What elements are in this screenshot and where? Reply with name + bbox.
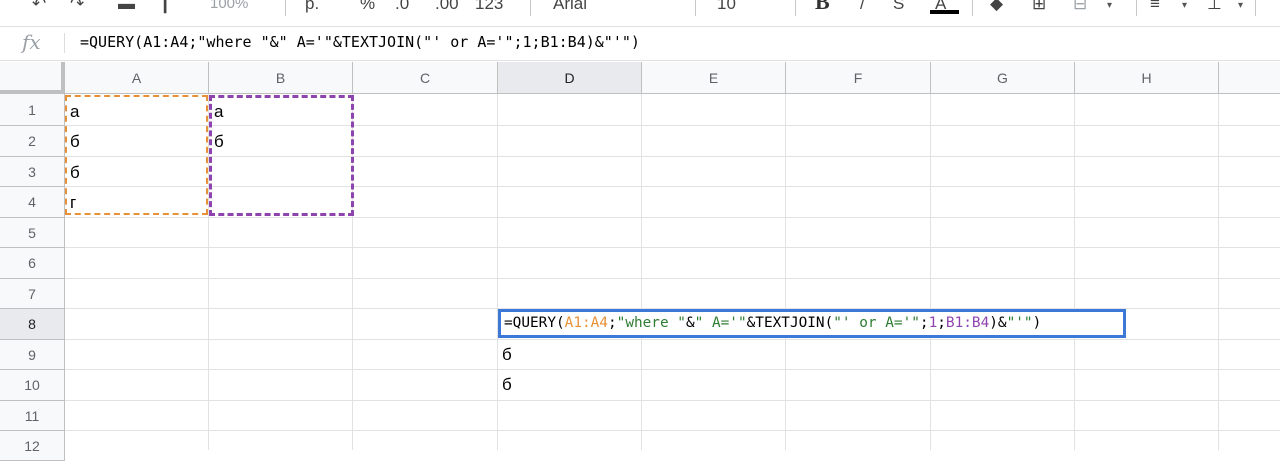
grid-row-line: [65, 247, 1280, 248]
formula-token: )&: [989, 315, 1007, 331]
row-header-5[interactable]: 5: [0, 218, 65, 248]
text-color-swatch: [930, 10, 959, 14]
more-formats-button[interactable]: 123: [475, 0, 503, 18]
formula-token: ;: [919, 315, 929, 331]
formula-string: "where ": [616, 315, 686, 331]
row-header-7[interactable]: 7: [0, 279, 65, 309]
toolbar-divider: [530, 0, 531, 16]
cell-d10[interactable]: б: [502, 375, 512, 395]
grid-column-line: [1218, 94, 1219, 450]
paint-format-icon[interactable]: ┃: [160, 0, 170, 18]
percent-format-button[interactable]: %: [360, 0, 375, 18]
grid-column-line: [497, 94, 498, 450]
formula-token: ): [1032, 315, 1042, 331]
column-header-b[interactable]: B: [209, 62, 353, 94]
column-header-e[interactable]: E: [642, 62, 786, 94]
grid-row-line: [65, 430, 1280, 431]
formula-token: &: [685, 315, 695, 331]
formula-string: " A='": [694, 315, 747, 331]
row-header-6[interactable]: 6: [0, 248, 65, 279]
row-header-9[interactable]: 9: [0, 340, 65, 370]
decrease-decimal-button[interactable]: .0: [395, 0, 409, 18]
grid-row-line: [65, 278, 1280, 279]
redo-icon[interactable]: ↷: [70, 0, 84, 18]
row-header-4[interactable]: 4: [0, 187, 65, 218]
formula-token: ;: [937, 315, 946, 331]
cell-d9[interactable]: б: [502, 345, 512, 365]
chevron-down-icon[interactable]: ▾: [1107, 0, 1112, 11]
chevron-down-icon[interactable]: ▾: [1238, 0, 1243, 11]
formula-token: &TEXTJOIN(: [746, 315, 834, 331]
row-header-10[interactable]: 10: [0, 370, 65, 401]
horizontal-align-icon[interactable]: ≡: [1150, 0, 1160, 18]
formula-string: "'": [1006, 315, 1033, 331]
row-header-12[interactable]: 12: [0, 431, 65, 461]
row-header-3[interactable]: 3: [0, 157, 65, 187]
fx-icon: fx: [22, 30, 41, 54]
zoom-select[interactable]: 100%: [210, 0, 248, 18]
column-header-c[interactable]: C: [353, 62, 498, 94]
toolbar-divider: [972, 0, 973, 16]
formula-range-ref: A1:A4: [564, 315, 608, 331]
formula-string: "' or A='": [833, 315, 920, 331]
chevron-down-icon[interactable]: ▾: [1182, 0, 1187, 11]
row-header-2[interactable]: 2: [0, 126, 65, 157]
row-header-1[interactable]: 1: [0, 94, 65, 126]
column-header-a[interactable]: A: [65, 62, 209, 94]
row-header-11[interactable]: 11: [0, 401, 65, 431]
formula-bar: fx =QUERY(A1:A4;"where "&" A='"&TEXTJOIN…: [0, 27, 1280, 61]
merge-cells-icon[interactable]: ⊟: [1073, 0, 1087, 18]
bold-button[interactable]: B: [815, 0, 830, 16]
grid-row-line: [65, 217, 1280, 218]
currency-format-button[interactable]: р.: [305, 0, 319, 18]
font-size-select[interactable]: 10: [717, 0, 736, 18]
formula-range-ref: B1:B4: [945, 315, 990, 331]
toolbar-divider: [1255, 0, 1256, 16]
toolbar-divider: [285, 0, 286, 16]
column-header-overflow: [1219, 62, 1280, 94]
column-header-f[interactable]: F: [786, 62, 931, 94]
toolbar-divider: [795, 0, 796, 16]
strikethrough-icon[interactable]: S: [893, 0, 904, 18]
range-highlight-a1-a4: [65, 95, 208, 215]
toolbar-divider: [1136, 0, 1137, 16]
italic-icon[interactable]: /: [860, 0, 865, 18]
grid-column-line: [1074, 94, 1075, 450]
grid-column-line: [785, 94, 786, 450]
cell-editor-d8[interactable]: =QUERY(A1:A4;"where "&" A='"&TEXTJOIN("'…: [498, 309, 1126, 338]
text-color-button[interactable]: A: [935, 0, 946, 18]
formula-bar-divider: [64, 33, 65, 53]
grid-row-line: [65, 339, 1280, 340]
column-header-g[interactable]: G: [931, 62, 1075, 94]
column-header-h[interactable]: H: [1075, 62, 1219, 94]
column-header-d[interactable]: D: [498, 62, 642, 94]
undo-icon[interactable]: ↶: [32, 0, 46, 18]
select-all-corner[interactable]: [0, 62, 65, 94]
formula-token: ;: [607, 315, 617, 331]
grid-row-line: [65, 369, 1280, 370]
formula-number: 1: [928, 315, 938, 331]
print-icon[interactable]: ▬: [118, 0, 135, 18]
row-header-8[interactable]: 8: [0, 309, 65, 340]
range-highlight-b1-b4: [209, 95, 354, 216]
increase-decimal-button[interactable]: .00: [435, 0, 459, 18]
formula-token: =QUERY(: [504, 315, 565, 331]
grid-row-line: [65, 400, 1280, 401]
borders-icon[interactable]: ⊞: [1032, 0, 1046, 18]
grid-column-line: [641, 94, 642, 450]
formula-input[interactable]: =QUERY(A1:A4;"where "&" A='"&TEXTJOIN("'…: [80, 33, 640, 51]
toolbar: ↶ ↷ ▬ ┃ 100% р. % .0 .00 123 Arial 10 B …: [0, 0, 1280, 27]
fill-color-icon[interactable]: ◆: [990, 0, 1003, 18]
font-family-select[interactable]: Arial: [553, 0, 587, 18]
toolbar-divider: [695, 0, 696, 16]
grid-column-line: [930, 94, 931, 450]
vertical-align-icon[interactable]: ⊥: [1207, 0, 1222, 18]
